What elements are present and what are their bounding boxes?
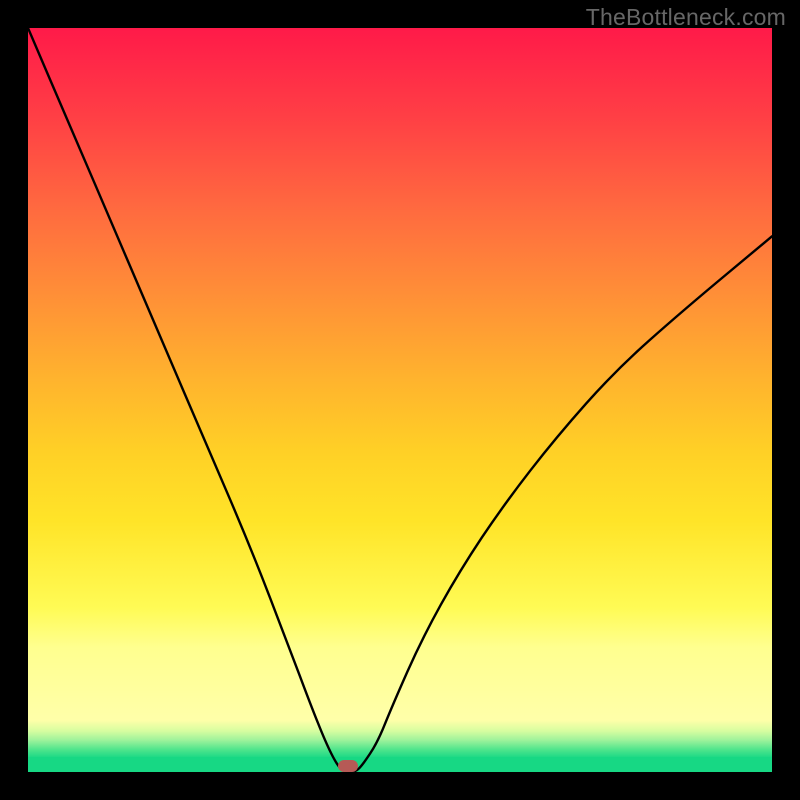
- bottleneck-curve: [28, 28, 772, 772]
- optimal-marker: [338, 760, 358, 772]
- chart-frame: TheBottleneck.com: [0, 0, 800, 800]
- watermark-text: TheBottleneck.com: [586, 4, 786, 31]
- plot-area: [28, 28, 772, 772]
